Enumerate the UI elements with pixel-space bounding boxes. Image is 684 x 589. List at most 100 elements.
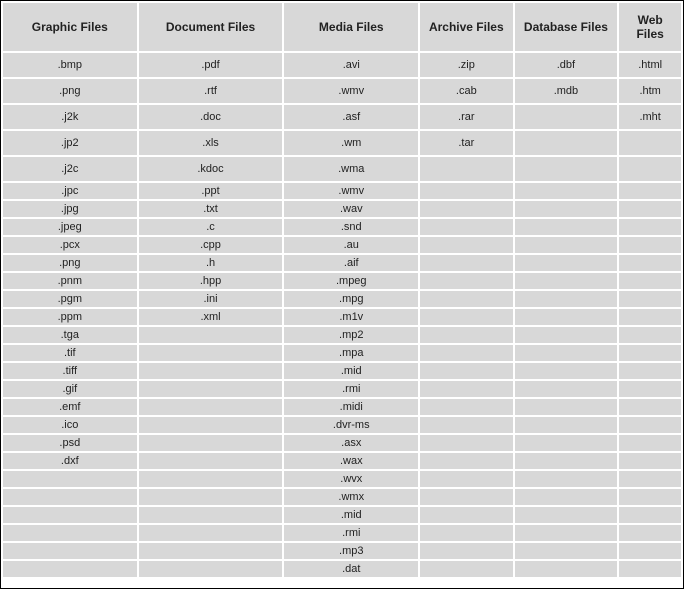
table-cell	[139, 381, 283, 397]
table-cell: .j2c	[3, 157, 137, 181]
table-row: .wvx	[3, 471, 681, 487]
table-row: .ico .dvr-ms	[3, 417, 681, 433]
table-head: Graphic Files Document Files Media Files…	[3, 3, 681, 51]
table-cell	[139, 489, 283, 505]
table-cell	[515, 183, 618, 199]
table-cell	[420, 363, 512, 379]
table-cell	[619, 183, 681, 199]
table-row: .png.rtf.wmv.cab.mdb.htm	[3, 79, 681, 103]
table-cell: .cpp	[139, 237, 283, 253]
table-cell	[139, 345, 283, 361]
table-cell	[139, 471, 283, 487]
table-cell	[3, 507, 137, 523]
table-cell	[515, 471, 618, 487]
table-cell: .tar	[420, 131, 512, 155]
table-cell	[420, 507, 512, 523]
table-cell: .au	[284, 237, 418, 253]
table-cell	[619, 399, 681, 415]
table-row: .rmi	[3, 525, 681, 541]
table-cell	[619, 345, 681, 361]
table-cell: .zip	[420, 53, 512, 77]
table-cell: .rar	[420, 105, 512, 129]
table-cell	[515, 381, 618, 397]
table-cell: .dvr-ms	[284, 417, 418, 433]
table-row: .j2k.doc.asf.rar.mht	[3, 105, 681, 129]
table-cell	[619, 327, 681, 343]
table-cell	[139, 525, 283, 541]
table-cell	[420, 327, 512, 343]
header-database: Database Files	[515, 3, 618, 51]
table-cell	[420, 345, 512, 361]
table-row: .ppm.xml.m1v	[3, 309, 681, 325]
table-cell	[619, 507, 681, 523]
table-cell: .mdb	[515, 79, 618, 103]
table-cell: .png	[3, 255, 137, 271]
table-cell: .mpeg	[284, 273, 418, 289]
table-cell: .ppt	[139, 183, 283, 199]
table-cell: .aif	[284, 255, 418, 271]
table-cell: .rmi	[284, 381, 418, 397]
table-cell	[515, 219, 618, 235]
header-graphic: Graphic Files	[3, 3, 137, 51]
table-cell	[515, 435, 618, 451]
table-cell: .tga	[3, 327, 137, 343]
table-cell: .ini	[139, 291, 283, 307]
table-cell: .midi	[284, 399, 418, 415]
table-cell	[420, 417, 512, 433]
table-cell	[619, 453, 681, 469]
table-cell: .html	[619, 53, 681, 77]
table-row: .tif .mpa	[3, 345, 681, 361]
table-cell	[139, 543, 283, 559]
table-cell: .pnm	[3, 273, 137, 289]
table-cell	[139, 453, 283, 469]
table-row: .wmx	[3, 489, 681, 505]
table-cell: .asx	[284, 435, 418, 451]
table-row: .pnm.hpp.mpeg	[3, 273, 681, 289]
header-archive: Archive Files	[420, 3, 512, 51]
table-cell: .dxf	[3, 453, 137, 469]
table-cell	[420, 255, 512, 271]
table-cell: .asf	[284, 105, 418, 129]
table-cell: .cab	[420, 79, 512, 103]
table-cell	[515, 525, 618, 541]
table-cell	[515, 201, 618, 217]
table-row: .bmp.pdf.avi.zip.dbf.html	[3, 53, 681, 77]
table-cell: .ico	[3, 417, 137, 433]
table-cell: .xls	[139, 131, 283, 155]
file-types-table-container: Graphic Files Document Files Media Files…	[0, 0, 684, 589]
table-cell: .wmx	[284, 489, 418, 505]
table-cell	[619, 157, 681, 181]
table-cell: .doc	[139, 105, 283, 129]
table-cell	[3, 489, 137, 505]
table-cell: .emf	[3, 399, 137, 415]
table-cell	[515, 561, 618, 577]
table-cell: .tif	[3, 345, 137, 361]
table-cell: .bmp	[3, 53, 137, 77]
table-cell: .kdoc	[139, 157, 283, 181]
table-cell	[420, 525, 512, 541]
table-cell	[515, 291, 618, 307]
table-cell: .avi	[284, 53, 418, 77]
table-cell	[619, 309, 681, 325]
table-cell: .wvx	[284, 471, 418, 487]
table-cell	[515, 399, 618, 415]
table-cell: .wax	[284, 453, 418, 469]
table-row: .dxf .wax	[3, 453, 681, 469]
table-cell: .pgm	[3, 291, 137, 307]
table-cell: .mpa	[284, 345, 418, 361]
table-cell	[420, 183, 512, 199]
table-cell	[139, 561, 283, 577]
table-cell	[420, 399, 512, 415]
header-row: Graphic Files Document Files Media Files…	[3, 3, 681, 51]
table-cell	[619, 489, 681, 505]
table-cell: .pcx	[3, 237, 137, 253]
table-row: .pgm.ini.mpg	[3, 291, 681, 307]
table-cell: .dbf	[515, 53, 618, 77]
table-cell	[420, 453, 512, 469]
table-row: .j2c.kdoc.wma	[3, 157, 681, 181]
table-cell	[420, 309, 512, 325]
table-cell	[139, 363, 283, 379]
table-cell	[420, 471, 512, 487]
table-cell	[619, 291, 681, 307]
table-cell	[420, 273, 512, 289]
